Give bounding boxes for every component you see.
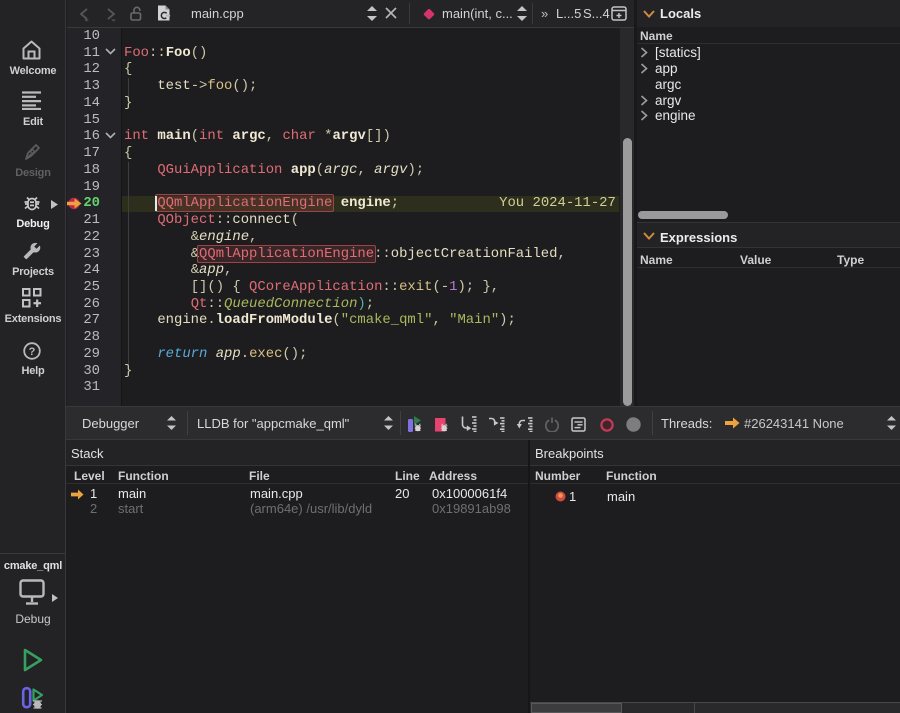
svg-text:?: ? xyxy=(29,346,36,358)
